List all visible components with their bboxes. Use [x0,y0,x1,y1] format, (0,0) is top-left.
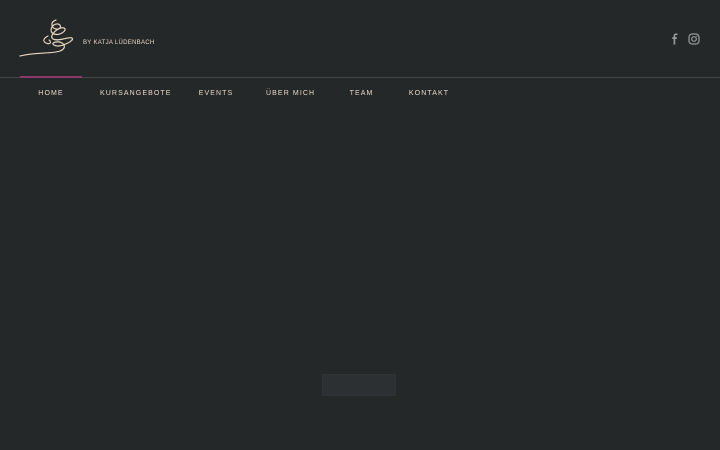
nav-item-ueber-mich[interactable]: ÜBER MICH [266,76,314,112]
logo-link[interactable]: BY KATJA LÜDENBACH [18,16,154,62]
nav-label-team: TEAM [349,90,374,97]
brand-tagline: BY KATJA LÜDENBACH [83,40,155,46]
hero-button[interactable] [322,374,396,396]
instagram-link[interactable] [688,32,700,45]
logo-mark-icon [19,19,74,57]
active-indicator [20,76,82,78]
nav-item-events[interactable]: EVENTS [196,76,236,112]
nav-label-ueber-mich: ÜBER MICH [266,90,316,97]
nav-item-kontakt[interactable]: KONTAKT [408,76,450,112]
hero-section [0,112,720,450]
facebook-link[interactable] [670,32,680,45]
nav-label-kursangebote: KURSANGEBOTE [100,90,172,97]
nav-item-kursangebote[interactable]: KURSANGEBOTE [100,76,172,112]
site-header: BY KATJA LÜDENBACH [0,0,720,77]
nav-item-team[interactable]: TEAM [348,76,375,112]
nav-item-home[interactable]: HOME [20,76,82,112]
instagram-icon [688,33,700,45]
nav-label-kontakt: KONTAKT [408,90,450,97]
social-links [670,32,700,45]
nav-label-home: HOME [38,90,64,97]
page: BY KATJA LÜDENBACH HOME KURSANGEBOTE EVE… [0,0,720,450]
facebook-icon [672,33,678,45]
nav-label-events: EVENTS [198,90,234,97]
